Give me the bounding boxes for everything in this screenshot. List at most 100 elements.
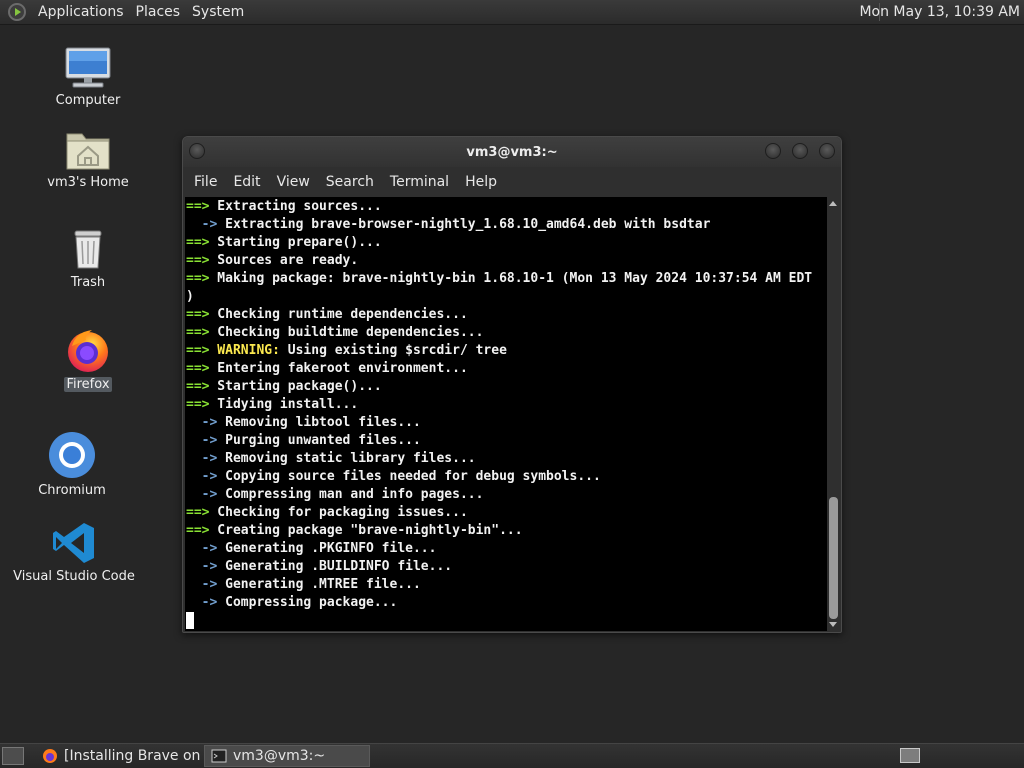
terminal-line-prefix: -> [186, 487, 218, 502]
terminal-line: -> Purging unwanted files... [185, 432, 828, 450]
taskbar-item-label: vm3@vm3:~ [233, 748, 326, 764]
desktop-icon-label: Visual Studio Code [13, 569, 135, 584]
terminal-line: -> Generating .MTREE file... [185, 576, 828, 594]
terminal-line-text: Generating .MTREE file... [217, 577, 421, 592]
terminal-line: ==> Creating package "brave-nightly-bin"… [185, 522, 828, 540]
menu-view[interactable]: View [270, 174, 317, 190]
window-menu-button[interactable] [189, 143, 205, 159]
terminal-menubar: File Edit View Search Terminal Help [183, 167, 841, 197]
desktop-icon-chromium[interactable]: Chromium [30, 430, 114, 498]
terminal-line: -> Removing static library files... [185, 450, 828, 468]
terminal-line-text: Using existing $srcdir/ tree [279, 343, 507, 358]
close-button[interactable] [819, 143, 835, 159]
desktop-icon-label: Chromium [38, 483, 106, 498]
terminal-line: -> Copying source files needed for debug… [185, 468, 828, 486]
terminal-line-prefix: -> [186, 451, 218, 466]
terminal-line: -> Compressing package... [185, 594, 828, 612]
terminal-line: ==> Making package: brave-nightly-bin 1.… [185, 270, 828, 288]
show-desktop-icon[interactable] [2, 747, 24, 765]
terminal-line: ) [185, 288, 828, 306]
mate-logo-icon[interactable] [8, 3, 26, 21]
menu-help[interactable]: Help [458, 174, 504, 190]
chromium-icon [49, 432, 95, 478]
terminal-line-text: Sources are ready. [209, 253, 359, 268]
terminal-line-prefix: ==> [186, 361, 210, 376]
terminal-line-text: Starting package()... [209, 379, 382, 394]
menu-terminal[interactable]: Terminal [383, 174, 456, 190]
terminal-line-prefix: ==> [186, 199, 210, 214]
warning-label: WARNING: [209, 343, 280, 358]
terminal-line: ==> Tidying install... [185, 396, 828, 414]
terminal-line-text: Checking runtime dependencies... [209, 307, 468, 322]
terminal-line-prefix: ==> [186, 343, 210, 358]
terminal-line: ==> Starting package()... [185, 378, 828, 396]
desktop-icon-computer[interactable]: Computer [52, 46, 124, 108]
terminal-line-prefix: ==> [186, 325, 210, 340]
terminal-line: ==> Extracting sources... [185, 198, 828, 216]
terminal-line-prefix: -> [186, 415, 218, 430]
scrollbar-thumb[interactable] [829, 497, 838, 619]
terminal-line-prefix: ==> [186, 307, 210, 322]
terminal-line: ==> Entering fakeroot environment... [185, 360, 828, 378]
menu-applications[interactable]: Applications [32, 4, 130, 20]
taskbar-item-firefox[interactable]: [Installing Brave on ... [36, 745, 200, 767]
menu-search[interactable]: Search [319, 174, 381, 190]
window-titlebar[interactable]: vm3@vm3:~ [183, 137, 841, 167]
terminal-line-text: Purging unwanted files... [217, 433, 421, 448]
terminal-line: -> Extracting brave-browser-nightly_1.68… [185, 216, 828, 234]
desktop-icon-trash[interactable]: Trash [52, 228, 124, 290]
terminal-line-text: Generating .BUILDINFO file... [217, 559, 453, 574]
desktop-icon-label: Computer [55, 93, 121, 108]
maximize-button[interactable] [792, 143, 808, 159]
terminal-line-text: Checking buildtime dependencies... [209, 325, 484, 340]
window-title: vm3@vm3:~ [466, 144, 558, 160]
terminal-line: ==> Sources are ready. [185, 252, 828, 270]
minimize-button[interactable] [765, 143, 781, 159]
computer-icon [65, 47, 111, 88]
terminal-line-prefix: -> [186, 541, 218, 556]
terminal-line-prefix: ==> [186, 523, 210, 538]
bottom-panel: [Installing Brave on ... vm3@vm3:~ [0, 743, 1024, 768]
terminal-line-text: Making package: brave-nightly-bin 1.68.1… [209, 271, 813, 286]
menu-edit[interactable]: Edit [226, 174, 267, 190]
terminal-line-prefix: ==> [186, 379, 210, 394]
desktop-icon-vscode[interactable]: Visual Studio Code [13, 520, 135, 584]
terminal-output[interactable]: ==> Extracting sources... -> Extracting … [185, 197, 828, 631]
taskbar-item-terminal[interactable]: vm3@vm3:~ [204, 745, 370, 767]
terminal-line-text: Starting prepare()... [209, 235, 382, 250]
scroll-down-arrow-icon[interactable] [829, 622, 837, 627]
menu-file[interactable]: File [187, 174, 224, 190]
terminal-prompt-line [185, 612, 828, 630]
top-panel: Applications Places System Mon May 13, 1… [0, 0, 1024, 25]
terminal-line-text: Removing static library files... [217, 451, 476, 466]
terminal-line-text: Extracting sources... [209, 199, 382, 214]
terminal-line-text: Compressing man and info pages... [217, 487, 484, 502]
desktop-icon-firefox[interactable]: Firefox [52, 326, 124, 392]
terminal-line-text: Compressing package... [217, 595, 398, 610]
desktop-icon-label: Trash [70, 275, 106, 290]
scroll-up-arrow-icon[interactable] [829, 201, 837, 206]
terminal-line-prefix: -> [186, 595, 218, 610]
terminal-line-text: Entering fakeroot environment... [209, 361, 468, 376]
terminal-line: -> Generating .BUILDINFO file... [185, 558, 828, 576]
workspace-switcher[interactable] [900, 748, 920, 763]
terminal-line-prefix: ==> [186, 505, 210, 520]
terminal-line-prefix: ==> [186, 271, 210, 286]
terminal-line-prefix: -> [186, 433, 218, 448]
firefox-icon [43, 749, 57, 763]
terminal-line: -> Removing libtool files... [185, 414, 828, 432]
desktop-icon-home[interactable]: vm3's Home [46, 128, 130, 190]
desktop-icon-label: vm3's Home [47, 175, 129, 190]
terminal-line: ==> Checking buildtime dependencies... [185, 324, 828, 342]
terminal-line-text: Generating .PKGINFO file... [217, 541, 437, 556]
terminal-line: -> Generating .PKGINFO file... [185, 540, 828, 558]
terminal-line-text: Tidying install... [209, 397, 359, 412]
vscode-icon [53, 523, 94, 563]
menu-places[interactable]: Places [130, 4, 187, 20]
terminal-scrollbar[interactable] [827, 197, 840, 631]
terminal-line-text: Copying source files needed for debug sy… [217, 469, 601, 484]
clock[interactable]: Mon May 13, 10:39 AM [859, 4, 1020, 20]
menu-system[interactable]: System [186, 4, 250, 20]
firefox-icon [68, 330, 108, 372]
terminal-line-prefix: ==> [186, 253, 210, 268]
